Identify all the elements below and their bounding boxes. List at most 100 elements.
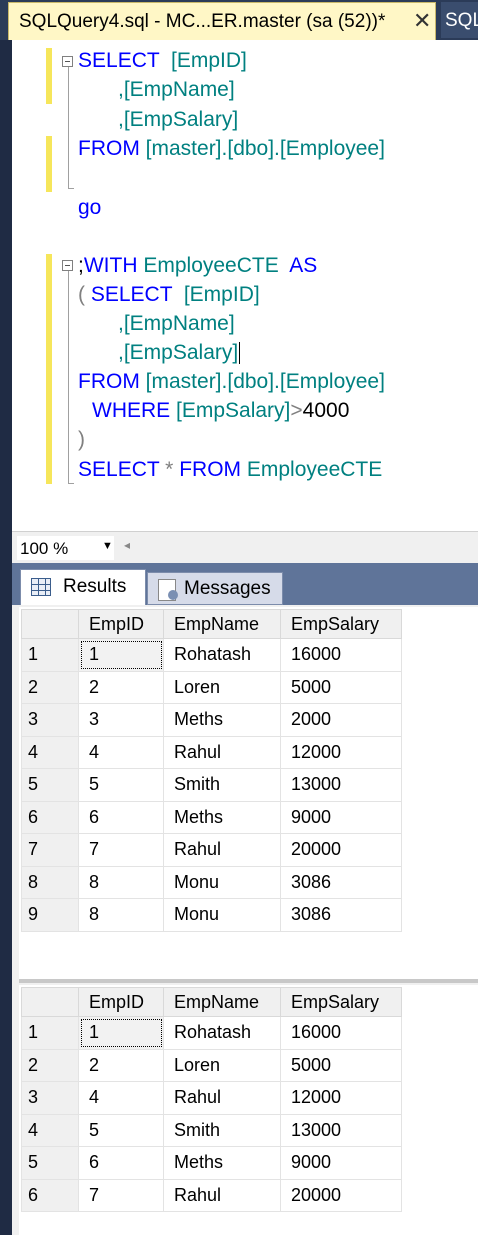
- scroll-left-icon[interactable]: ◂: [124, 538, 130, 552]
- cell-empname[interactable]: Rohatash: [163, 638, 281, 672]
- tab-results[interactable]: Results: [20, 569, 146, 605]
- table-row[interactable]: 8 8 Monu 3086: [21, 865, 402, 899]
- table-row[interactable]: 6 6 Meths 9000: [21, 800, 402, 834]
- cell-empsalary[interactable]: 3086: [280, 865, 402, 899]
- query-editor[interactable]: SELECT [EmpID] ,[EmpName] ,[EmpSalary] F…: [12, 40, 478, 531]
- cell-empname[interactable]: Rahul: [163, 1081, 281, 1115]
- table-row[interactable]: 1 1 Rohatash 16000: [21, 1016, 402, 1050]
- cell-empsalary[interactable]: 13000: [280, 768, 402, 802]
- column-header-empid[interactable]: EmpID: [78, 987, 164, 1017]
- cell-empsalary[interactable]: 2000: [280, 703, 402, 737]
- cell-empname[interactable]: Smith: [163, 1113, 281, 1147]
- table-row[interactable]: 4 4 Rahul 12000: [21, 735, 402, 769]
- row-number[interactable]: 1: [21, 638, 79, 672]
- cell-empname[interactable]: Rahul: [163, 735, 281, 769]
- tab-messages-label: Messages: [184, 578, 271, 599]
- cell-empsalary[interactable]: 5000: [280, 670, 402, 704]
- row-number[interactable]: 4: [21, 735, 79, 769]
- row-number[interactable]: 1: [21, 1016, 79, 1050]
- cell-empsalary[interactable]: 12000: [280, 735, 402, 769]
- row-number[interactable]: 4: [21, 1113, 79, 1147]
- table-row[interactable]: 6 7 Rahul 20000: [21, 1178, 402, 1212]
- cell-empsalary[interactable]: 12000: [280, 1081, 402, 1115]
- cell-empid[interactable]: 6: [78, 1146, 164, 1180]
- keyword: AS: [289, 254, 318, 277]
- collapse-icon[interactable]: [62, 260, 73, 271]
- cell-empname[interactable]: Rohatash: [163, 1016, 281, 1050]
- cell-empname[interactable]: Rahul: [163, 833, 281, 867]
- cell-empid[interactable]: 6: [78, 800, 164, 834]
- table-row[interactable]: 2 2 Loren 5000: [21, 1048, 402, 1082]
- cell-empsalary[interactable]: 9000: [280, 1146, 402, 1180]
- cell-empname[interactable]: Smith: [163, 768, 281, 802]
- cell-empname[interactable]: Monu: [163, 865, 281, 899]
- row-number[interactable]: 2: [21, 670, 79, 704]
- column-header-empname[interactable]: EmpName: [163, 609, 281, 639]
- cell-empname[interactable]: Loren: [163, 670, 281, 704]
- cell-empname[interactable]: Meths: [163, 1146, 281, 1180]
- cell-empid[interactable]: 5: [78, 1113, 164, 1147]
- row-header-corner[interactable]: [21, 987, 79, 1017]
- cell-empid[interactable]: 4: [78, 735, 164, 769]
- row-number[interactable]: 8: [21, 865, 79, 899]
- row-number[interactable]: 7: [21, 833, 79, 867]
- table-row[interactable]: 1 1 Rohatash 16000: [21, 638, 402, 672]
- cell-empid[interactable]: 8: [78, 898, 164, 932]
- row-header-corner[interactable]: [21, 609, 79, 639]
- collapse-icon[interactable]: [62, 56, 73, 67]
- table-row[interactable]: 2 2 Loren 5000: [21, 670, 402, 704]
- cell-empname[interactable]: Monu: [163, 898, 281, 932]
- zoom-select[interactable]: 100 % ▼: [16, 535, 115, 561]
- cell-empsalary[interactable]: 13000: [280, 1113, 402, 1147]
- cell-empsalary[interactable]: 16000: [280, 638, 402, 672]
- row-number[interactable]: 6: [21, 1178, 79, 1212]
- table-row[interactable]: 7 7 Rahul 20000: [21, 833, 402, 867]
- result-grid-2[interactable]: EmpID EmpName EmpSalary 1 1 Rohatash 16000 …: [19, 985, 478, 1235]
- document-tab-strip: SQLQuery4.sql - MC...ER.master (sa (52))…: [0, 0, 478, 40]
- row-number[interactable]: 9: [21, 898, 79, 932]
- table-row[interactable]: 3 3 Meths 2000: [21, 703, 402, 737]
- cell-empsalary[interactable]: 3086: [280, 898, 402, 932]
- column-header-empsalary[interactable]: EmpSalary: [280, 987, 402, 1017]
- cell-empsalary[interactable]: 9000: [280, 800, 402, 834]
- pane-splitter[interactable]: [19, 979, 478, 983]
- table-row[interactable]: 5 6 Meths 9000: [21, 1146, 402, 1180]
- cell-empname[interactable]: Loren: [163, 1048, 281, 1082]
- column-header-empsalary[interactable]: EmpSalary: [280, 609, 402, 639]
- cell-empid[interactable]: 7: [78, 1178, 164, 1212]
- table-row[interactable]: 3 4 Rahul 12000: [21, 1081, 402, 1115]
- table-row[interactable]: 4 5 Smith 13000: [21, 1113, 402, 1147]
- table-row[interactable]: 5 5 Smith 13000: [21, 768, 402, 802]
- result-grid-1[interactable]: EmpID EmpName EmpSalary 1 1 Rohatash 16000 …: [19, 607, 478, 979]
- cell-empname[interactable]: Meths: [163, 800, 281, 834]
- chevron-down-icon[interactable]: ▼: [102, 540, 113, 552]
- cell-empid[interactable]: 4: [78, 1081, 164, 1115]
- column-header-empname[interactable]: EmpName: [163, 987, 281, 1017]
- cell-empid[interactable]: 2: [78, 1048, 164, 1082]
- cell-empid[interactable]: 7: [78, 833, 164, 867]
- cell-empid[interactable]: 1: [78, 638, 164, 672]
- cell-empsalary[interactable]: 16000: [280, 1016, 402, 1050]
- cell-empid[interactable]: 2: [78, 670, 164, 704]
- row-number[interactable]: 6: [21, 800, 79, 834]
- tab-messages[interactable]: Messages: [147, 572, 283, 605]
- row-number[interactable]: 3: [21, 703, 79, 737]
- close-icon[interactable]: ✕: [413, 9, 431, 34]
- cell-empid[interactable]: 1: [78, 1016, 164, 1050]
- row-number[interactable]: 5: [21, 768, 79, 802]
- cell-empid[interactable]: 3: [78, 703, 164, 737]
- tab-sqlquery4[interactable]: SQLQuery4.sql - MC...ER.master (sa (52))…: [8, 2, 436, 40]
- cell-empname[interactable]: Meths: [163, 703, 281, 737]
- cell-empid[interactable]: 8: [78, 865, 164, 899]
- table-row[interactable]: 9 8 Monu 3086: [21, 898, 402, 932]
- cell-empsalary[interactable]: 5000: [280, 1048, 402, 1082]
- row-number[interactable]: 2: [21, 1048, 79, 1082]
- tab-next-query[interactable]: SQLQuery: [441, 2, 478, 38]
- row-number[interactable]: 3: [21, 1081, 79, 1115]
- cell-empname[interactable]: Rahul: [163, 1178, 281, 1212]
- cell-empsalary[interactable]: 20000: [280, 833, 402, 867]
- cell-empid[interactable]: 5: [78, 768, 164, 802]
- cell-empsalary[interactable]: 20000: [280, 1178, 402, 1212]
- row-number[interactable]: 5: [21, 1146, 79, 1180]
- column-header-empid[interactable]: EmpID: [78, 609, 164, 639]
